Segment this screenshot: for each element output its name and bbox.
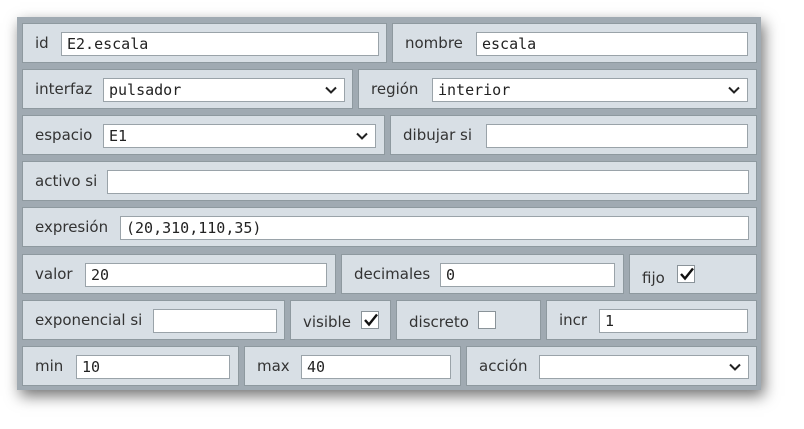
id-label: id (35, 34, 49, 52)
dibujar-si-cell: dibujar si (390, 115, 757, 155)
region-cell: región interior (358, 69, 757, 109)
dibujar-si-input[interactable] (486, 124, 748, 148)
decimales-cell: decimales 0 (341, 254, 624, 294)
properties-panel: id E2.escala nombre escala interfaz puls… (17, 17, 761, 390)
visible-cell: visible (290, 300, 391, 340)
chevron-down-icon (356, 132, 368, 140)
nombre-label: nombre (405, 34, 463, 52)
valor-cell: valor 20 (22, 254, 336, 294)
expresion-label: expresión (35, 218, 109, 236)
activo-si-input[interactable] (107, 170, 749, 194)
min-label: min (35, 357, 64, 375)
region-select[interactable]: interior (432, 78, 748, 102)
exponencial-si-cell: exponencial si (22, 300, 285, 340)
espacio-label: espacio (35, 126, 93, 144)
activo-si-cell: activo si (22, 161, 757, 201)
decimales-input[interactable]: 0 (440, 263, 615, 287)
min-input[interactable]: 10 (76, 355, 230, 379)
region-label: región (371, 80, 419, 98)
espacio-value: E1 (109, 127, 128, 145)
fijo-checkbox[interactable] (677, 265, 695, 283)
accion-select[interactable] (539, 355, 749, 379)
nombre-cell: nombre escala (392, 23, 757, 63)
incr-input[interactable]: 1 (599, 309, 748, 333)
id-cell: id E2.escala (22, 23, 387, 63)
accion-label: acción (479, 357, 528, 375)
incr-label: incr (559, 311, 588, 329)
max-label: max (257, 357, 290, 375)
dibujar-si-label: dibujar si (403, 126, 472, 144)
discreto-checkbox[interactable] (478, 311, 496, 329)
visible-label: visible (303, 313, 351, 331)
fijo-cell: fijo (629, 254, 757, 294)
espacio-select[interactable]: E1 (103, 124, 376, 148)
interfaz-label: interfaz (35, 80, 93, 98)
id-input[interactable]: E2.escala (61, 32, 379, 56)
interfaz-cell: interfaz pulsador (22, 69, 353, 109)
chevron-down-icon (729, 363, 741, 371)
interfaz-value: pulsador (109, 81, 182, 99)
valor-label: valor (35, 265, 73, 283)
checkmark-icon (680, 267, 694, 281)
chevron-down-icon (728, 86, 740, 94)
checkmark-icon (364, 313, 378, 327)
accion-cell: acción (466, 346, 757, 386)
incr-cell: incr 1 (546, 300, 757, 340)
decimales-label: decimales (354, 265, 431, 283)
interfaz-select[interactable]: pulsador (103, 78, 345, 102)
nombre-input[interactable]: escala (476, 32, 748, 56)
activo-si-label: activo si (35, 172, 98, 190)
max-cell: max 40 (244, 346, 461, 386)
discreto-cell: discreto (396, 300, 541, 340)
region-value: interior (438, 81, 511, 99)
min-cell: min 10 (22, 346, 239, 386)
espacio-cell: espacio E1 (22, 115, 385, 155)
exponencial-si-label: exponencial si (35, 311, 143, 329)
expresion-cell: expresión (20,310,110,35) (22, 207, 757, 247)
visible-checkbox[interactable] (361, 311, 379, 329)
valor-input[interactable]: 20 (85, 263, 327, 287)
exponencial-si-input[interactable] (153, 309, 277, 333)
expresion-input[interactable]: (20,310,110,35) (120, 216, 749, 240)
discreto-label: discreto (409, 313, 469, 331)
chevron-down-icon (325, 86, 337, 94)
fijo-label: fijo (642, 269, 665, 287)
max-input[interactable]: 40 (301, 355, 451, 379)
